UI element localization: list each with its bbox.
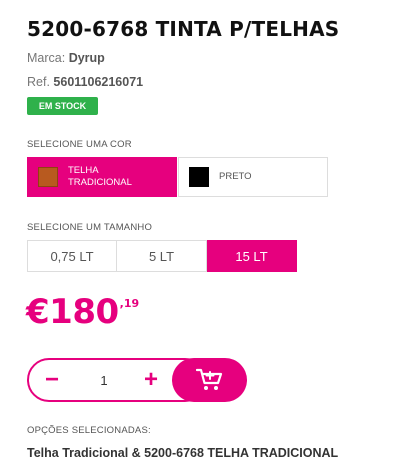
increase-quantity-button[interactable]: + — [139, 368, 163, 392]
product-price: €180 ,19 — [26, 292, 139, 332]
product-title: 5200-6768 TINTA P/TELHAS — [27, 17, 340, 41]
reference-line: Ref. 5601106216071 — [27, 75, 143, 89]
size-selector: 0,75 LT 5 LT 15 LT — [27, 240, 297, 272]
size-option-0-75lt[interactable]: 0,75 LT — [27, 240, 117, 272]
size-section-label: SELECIONE UM TAMANHO — [27, 222, 153, 233]
color-swatch-brown — [38, 167, 58, 187]
size-option-5lt[interactable]: 5 LT — [117, 240, 207, 272]
color-option-preto[interactable]: PRETO — [178, 157, 328, 197]
ref-value: 5601106216071 — [53, 75, 144, 89]
stock-badge: EM STOCK — [27, 97, 98, 115]
brand-label: Marca: — [27, 51, 66, 65]
selected-options-label: OPÇÕES SELECIONADAS: — [27, 425, 151, 436]
color-swatch-black — [189, 167, 209, 187]
color-section-label: SELECIONE UMA COR — [27, 139, 132, 150]
add-to-cart-button[interactable] — [172, 358, 247, 402]
price-main: €180 — [26, 292, 119, 332]
cart-plus-icon — [195, 368, 222, 390]
color-option-telha-tradicional[interactable]: TELHA TRADICIONAL — [27, 157, 177, 197]
color-option-label: TELHA TRADICIONAL — [68, 165, 132, 188]
quantity-value[interactable]: 1 — [89, 373, 119, 388]
brand-value: Dyrup — [68, 51, 105, 65]
decrease-quantity-button[interactable]: − — [40, 368, 64, 392]
color-selector: TELHA TRADICIONAL PRETO — [27, 157, 328, 197]
color-option-label: PRETO — [219, 171, 252, 182]
price-cents: ,19 — [119, 297, 140, 310]
size-option-15lt[interactable]: 15 LT — [207, 240, 297, 272]
selected-options-value: Telha Tradicional & 5200-6768 TELHA TRAD… — [27, 446, 339, 460]
brand-line: Marca: Dyrup — [27, 51, 105, 65]
ref-label: Ref. — [27, 75, 50, 89]
